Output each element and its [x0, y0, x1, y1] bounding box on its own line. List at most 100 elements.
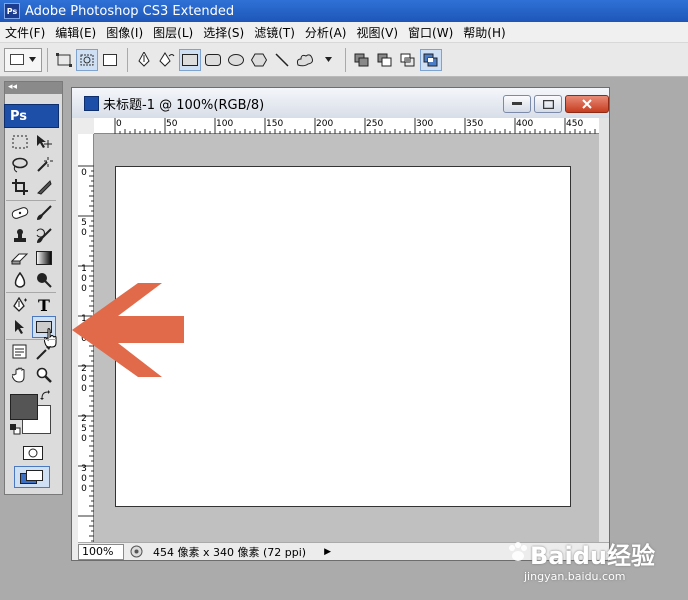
eyedropper-tool[interactable]	[32, 341, 56, 363]
blur-tool[interactable]	[8, 269, 32, 291]
swap-colors-icon[interactable]	[40, 390, 52, 402]
rounded-rectangle-option[interactable]	[202, 49, 224, 71]
eraser-tool[interactable]	[8, 247, 32, 269]
rectangle-option[interactable]	[179, 48, 201, 71]
menu-analysis[interactable]: 分析(A)	[300, 24, 352, 41]
zoom-tool[interactable]	[32, 364, 56, 386]
fill-pixels-button[interactable]	[99, 49, 121, 71]
pen-icon	[138, 51, 150, 67]
subtract-shape-area-button[interactable]	[374, 49, 396, 71]
ruler-label: 350	[466, 119, 484, 129]
shape-layers-button[interactable]	[53, 49, 75, 71]
photoshop-logo-icon: Ps	[4, 3, 20, 19]
intersect-shape-area-button[interactable]	[397, 49, 419, 71]
ruler-label: 250	[366, 119, 384, 129]
menu-help[interactable]: 帮助(H)	[458, 24, 510, 41]
minimize-button[interactable]	[503, 95, 531, 113]
pointer-arrow-annotation	[72, 283, 184, 377]
add-to-shape-area-button[interactable]	[351, 49, 373, 71]
document-size-info: 454 像素 x 340 像素 (72 ppi)	[153, 545, 307, 559]
menu-select[interactable]: 选择(S)	[198, 24, 249, 41]
zoom-level-field[interactable]: 100%	[78, 543, 124, 560]
app-titlebar: Ps Adobe Photoshop CS3 Extended	[0, 0, 688, 22]
healing-brush-tool[interactable]	[8, 202, 32, 224]
menu-filter[interactable]: 滤镜(T)	[249, 24, 300, 41]
history-brush-tool[interactable]	[32, 225, 56, 247]
crop-tool[interactable]	[8, 176, 32, 198]
custom-shape-dropdown[interactable]	[317, 49, 339, 71]
slice-tool[interactable]	[32, 176, 56, 198]
menu-layer[interactable]: 图层(L)	[148, 24, 198, 41]
pen-tool[interactable]	[8, 294, 32, 316]
dodge-tool[interactable]	[32, 269, 56, 291]
line-icon	[275, 52, 289, 67]
ruler-label: 400	[516, 119, 534, 129]
screen-mode-button[interactable]	[14, 466, 50, 488]
rectangle-icon	[182, 53, 198, 66]
quick-mask-button[interactable]	[21, 442, 45, 464]
toolbox-divider	[6, 200, 56, 201]
history-brush-icon	[36, 228, 52, 243]
watermark-url: jingyan.baidu.com	[524, 570, 626, 583]
foreground-color-swatch[interactable]	[10, 394, 38, 420]
separator	[127, 47, 128, 72]
slice-icon	[37, 180, 52, 195]
line-option[interactable]	[271, 49, 293, 71]
menu-view[interactable]: 视图(V)	[351, 24, 403, 41]
clone-stamp-tool[interactable]	[8, 225, 32, 247]
paths-button[interactable]	[76, 48, 98, 71]
custom-shape-icon	[296, 53, 313, 66]
ellipse-option[interactable]	[225, 49, 247, 71]
menu-file[interactable]: 文件(F)	[0, 24, 50, 41]
close-button[interactable]	[565, 95, 609, 113]
move-tool[interactable]	[32, 131, 56, 153]
magic-wand-tool[interactable]	[32, 154, 56, 176]
fill-pixels-icon	[103, 53, 117, 66]
eraser-icon	[11, 253, 29, 265]
hand-tool[interactable]	[8, 364, 32, 386]
quick-mask-icon	[23, 446, 43, 460]
notes-tool[interactable]	[8, 341, 32, 363]
custom-shape-option[interactable]	[294, 49, 316, 71]
toolbox-divider	[6, 292, 56, 293]
menu-image[interactable]: 图像(I)	[101, 24, 148, 41]
status-menu-icon[interactable]	[130, 545, 143, 558]
gradient-tool[interactable]	[32, 247, 56, 269]
ruler-label: 200	[316, 119, 334, 129]
polygon-option[interactable]	[248, 49, 270, 71]
pen-tool-option[interactable]	[133, 49, 155, 71]
exclude-overlap-button[interactable]	[420, 48, 442, 71]
horizontal-ruler: 0 50 100 150 200 250 300 350 400 450	[94, 118, 599, 134]
freeform-pen-icon	[159, 51, 175, 67]
tool-preset-picker[interactable]	[4, 47, 42, 72]
ruler-label: 300	[416, 119, 434, 129]
ruler-label: 0	[81, 168, 87, 178]
screen-mode-icon	[20, 470, 43, 484]
freeform-pen-option[interactable]	[156, 49, 178, 71]
polygon-icon	[251, 53, 267, 66]
separator	[345, 47, 346, 72]
rounded-rectangle-icon	[205, 53, 221, 66]
status-arrow-button[interactable]: ▶	[324, 547, 331, 557]
maximize-button[interactable]	[534, 95, 562, 113]
brush-tool[interactable]	[32, 202, 56, 224]
lasso-icon	[12, 157, 28, 173]
minimize-icon	[512, 102, 522, 105]
eyedropper-icon	[36, 346, 51, 360]
toolbox-collapse-handle[interactable]: ◂◂	[5, 82, 62, 94]
type-tool[interactable]: T	[32, 294, 56, 316]
gradient-icon	[36, 251, 52, 265]
document-title: 未标题-1 @ 100%(RGB/8)	[103, 97, 265, 113]
ellipse-icon	[228, 53, 244, 66]
vertical-scrollbar[interactable]	[599, 118, 609, 542]
menu-edit[interactable]: 编辑(E)	[50, 24, 101, 41]
ruler-label: 0	[116, 119, 122, 129]
default-colors-icon[interactable]	[10, 424, 21, 435]
lasso-tool[interactable]	[8, 154, 32, 176]
marquee-tool[interactable]	[8, 131, 32, 153]
menu-window[interactable]: 窗口(W)	[403, 24, 458, 41]
path-selection-tool[interactable]	[8, 316, 32, 338]
exclude-overlap-icon	[423, 53, 438, 66]
water-drop-icon	[14, 272, 26, 288]
toolbox-logo[interactable]: Ps	[4, 104, 59, 128]
